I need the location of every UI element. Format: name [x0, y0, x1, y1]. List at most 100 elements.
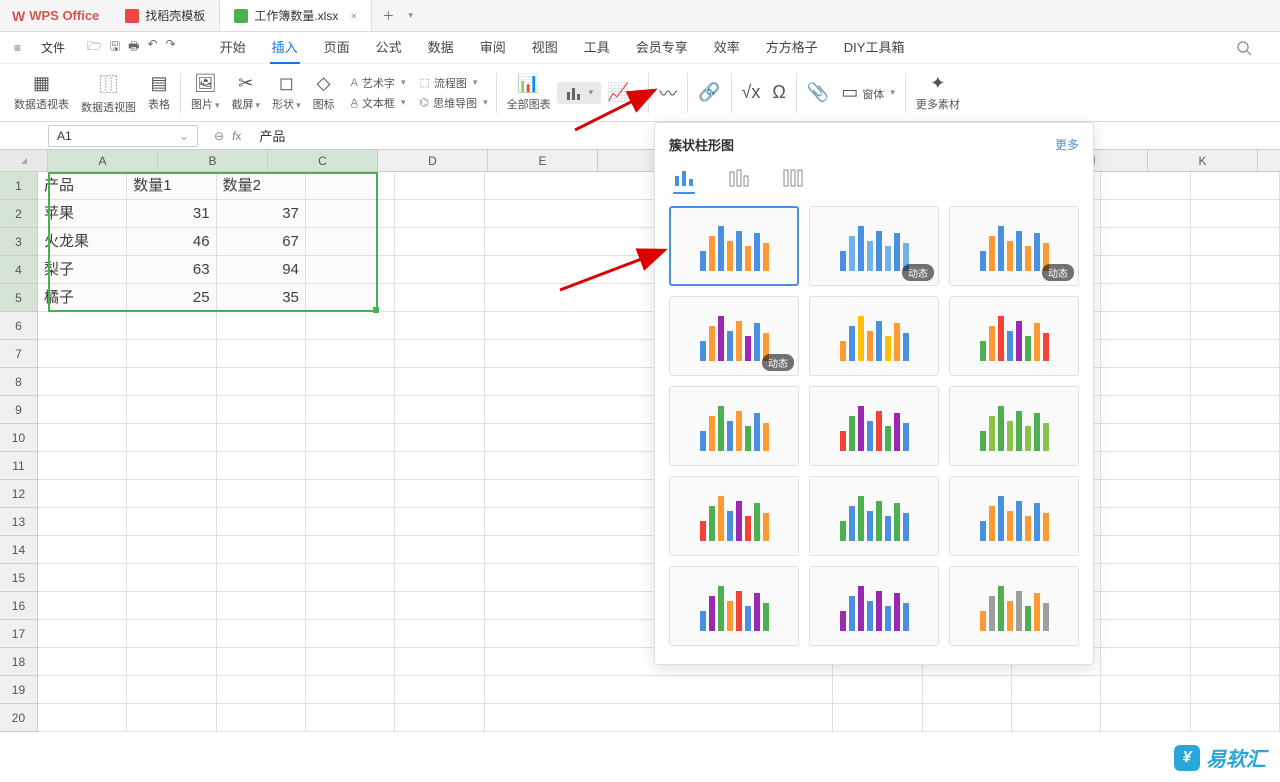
tab-efficiency[interactable]: 效率 — [712, 31, 742, 64]
row-header[interactable]: 9 — [0, 396, 38, 424]
cell[interactable] — [38, 396, 127, 424]
cell[interactable]: 苹果 — [38, 200, 127, 228]
col-header-k[interactable]: K — [1148, 150, 1258, 171]
tab-page[interactable]: 页面 — [322, 31, 352, 64]
cell[interactable] — [306, 620, 395, 648]
cell[interactable] — [1101, 704, 1190, 732]
cell[interactable] — [38, 480, 127, 508]
name-box[interactable]: A1 ⌄ — [48, 125, 198, 147]
chart-thumbnail[interactable] — [669, 206, 799, 286]
cell[interactable] — [395, 592, 484, 620]
row-header[interactable]: 7 — [0, 340, 38, 368]
tab-template[interactable]: 找稻壳模板 — [111, 0, 220, 31]
flowchart-button[interactable]: ⬚流程图▾ — [415, 74, 491, 92]
cell[interactable] — [1191, 676, 1280, 704]
cell[interactable]: 35 — [217, 284, 306, 312]
cell[interactable] — [127, 396, 216, 424]
row-header[interactable]: 11 — [0, 452, 38, 480]
cell[interactable] — [217, 564, 306, 592]
cell[interactable] — [217, 340, 306, 368]
cell[interactable] — [127, 592, 216, 620]
cell[interactable]: 数量1 — [127, 172, 216, 200]
cell[interactable] — [395, 536, 484, 564]
cell[interactable] — [1101, 648, 1190, 676]
shape-button[interactable]: ◻形状▾ — [266, 73, 307, 112]
cell[interactable] — [38, 564, 127, 592]
equation-button[interactable]: √x — [736, 82, 767, 103]
cell[interactable] — [1101, 676, 1190, 704]
row-header[interactable]: 6 — [0, 312, 38, 340]
cell[interactable] — [217, 620, 306, 648]
cell[interactable] — [1191, 284, 1280, 312]
cell[interactable] — [306, 508, 395, 536]
row-header[interactable]: 10 — [0, 424, 38, 452]
tab-review[interactable]: 审阅 — [478, 31, 508, 64]
cell[interactable] — [38, 620, 127, 648]
cell[interactable] — [38, 452, 127, 480]
row-header[interactable]: 20 — [0, 704, 38, 732]
chart-thumbnail[interactable] — [949, 476, 1079, 556]
cell[interactable] — [38, 340, 127, 368]
cell[interactable] — [127, 424, 216, 452]
line-chart-dropdown[interactable]: 📈▾ — [601, 82, 644, 103]
row-header[interactable]: 5 — [0, 284, 38, 312]
chart-thumbnail[interactable]: 动态 — [949, 206, 1079, 286]
row-header[interactable]: 14 — [0, 536, 38, 564]
cell[interactable] — [127, 508, 216, 536]
cell[interactable] — [306, 284, 395, 312]
row-header[interactable]: 18 — [0, 648, 38, 676]
cell[interactable] — [395, 676, 484, 704]
more-link[interactable]: 更多 — [1055, 136, 1079, 153]
cell[interactable] — [1191, 172, 1280, 200]
cell[interactable] — [217, 424, 306, 452]
icon-button[interactable]: ◇图标 — [307, 73, 341, 112]
cell[interactable] — [1012, 676, 1101, 704]
cell[interactable] — [217, 452, 306, 480]
cell[interactable] — [1191, 340, 1280, 368]
cell[interactable] — [1191, 424, 1280, 452]
row-header[interactable]: 13 — [0, 508, 38, 536]
fx-icon[interactable]: fx — [232, 129, 241, 143]
pivot-chart-button[interactable]: ⿲数据透视图 — [75, 71, 142, 115]
cell[interactable] — [306, 480, 395, 508]
cell[interactable] — [306, 704, 395, 732]
select-all-corner[interactable] — [0, 150, 48, 171]
cell[interactable] — [1191, 564, 1280, 592]
tab-member[interactable]: 会员专享 — [634, 31, 690, 64]
cell[interactable]: 46 — [127, 228, 216, 256]
cell[interactable] — [127, 536, 216, 564]
cell[interactable] — [1012, 704, 1101, 732]
cell[interactable] — [485, 676, 834, 704]
chevron-down-icon[interactable]: ⌄ — [179, 129, 189, 143]
cell[interactable] — [395, 396, 484, 424]
cell[interactable] — [1101, 592, 1190, 620]
tab-view[interactable]: 视图 — [530, 31, 560, 64]
cell[interactable] — [306, 256, 395, 284]
cell[interactable] — [127, 368, 216, 396]
cell[interactable] — [306, 676, 395, 704]
cell[interactable] — [127, 340, 216, 368]
cell[interactable] — [395, 256, 484, 284]
cell[interactable] — [217, 592, 306, 620]
cell[interactable] — [217, 480, 306, 508]
cell[interactable] — [306, 368, 395, 396]
row-header[interactable]: 2 — [0, 200, 38, 228]
cell[interactable] — [923, 676, 1012, 704]
cell[interactable] — [833, 704, 922, 732]
chart-thumbnail[interactable] — [669, 566, 799, 646]
chart-thumbnail[interactable]: 动态 — [669, 296, 799, 376]
col-header-c[interactable]: C — [268, 150, 378, 171]
cell[interactable] — [306, 536, 395, 564]
cell[interactable] — [306, 312, 395, 340]
cell[interactable] — [923, 704, 1012, 732]
cell[interactable] — [217, 704, 306, 732]
cell[interactable] — [1191, 228, 1280, 256]
cell[interactable]: 37 — [217, 200, 306, 228]
cell[interactable]: 63 — [127, 256, 216, 284]
cell[interactable] — [217, 536, 306, 564]
cell[interactable] — [306, 200, 395, 228]
cell[interactable] — [38, 648, 127, 676]
pivot-table-button[interactable]: ▦数据透视表 — [8, 73, 75, 112]
cell[interactable] — [217, 676, 306, 704]
chart-thumbnail[interactable]: 动态 — [809, 206, 939, 286]
